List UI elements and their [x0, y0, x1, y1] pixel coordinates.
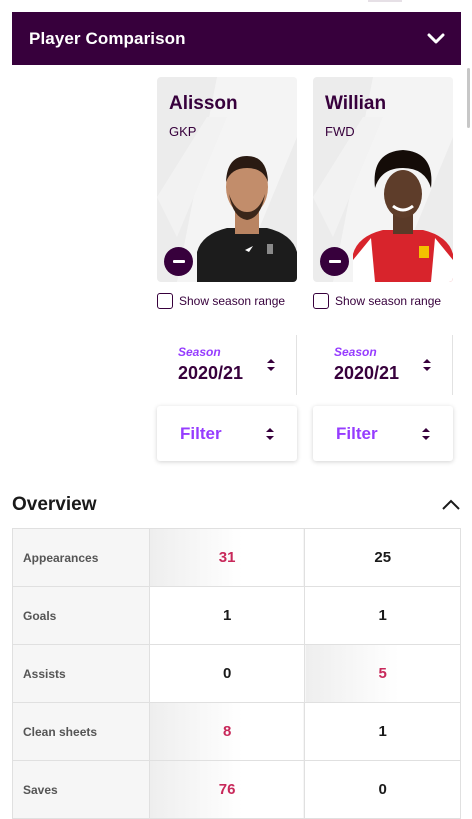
show-season-range-label: Show season range	[335, 294, 442, 308]
chevron-up-icon[interactable]	[441, 499, 461, 511]
table-row: Appearances 31 25	[12, 528, 461, 587]
show-season-range-checkbox[interactable]: Show season range	[313, 293, 441, 309]
stats-table: Appearances 31 25 Goals 1 1 Assists 0 5 Clean she…	[12, 528, 461, 819]
table-row: Clean sheets 8 1	[12, 702, 461, 761]
stat-label: Clean sheets	[12, 702, 150, 761]
player-name: Willian	[325, 93, 387, 114]
overview-title: Overview	[12, 494, 97, 515]
sort-arrows-icon	[267, 359, 275, 371]
stat-value-p1: 0	[148, 644, 306, 703]
table-row: Saves 76 0	[12, 760, 461, 819]
season-label: Season	[178, 345, 221, 359]
season-select[interactable]: Season 2020/21	[313, 335, 453, 395]
player-photo	[353, 150, 453, 282]
sort-arrows-icon	[422, 428, 430, 440]
sort-arrows-icon	[266, 428, 274, 440]
stat-label: Appearances	[12, 528, 150, 587]
top-edge-decoration	[360, 0, 420, 4]
player-position: FWD	[325, 124, 355, 139]
overview-section-header[interactable]: Overview	[12, 494, 461, 516]
player-card-2: Willian FWD	[313, 77, 453, 282]
stat-value-p2: 25	[304, 528, 461, 587]
season-value: 2020/21	[178, 363, 244, 383]
show-season-range-label: Show season range	[179, 294, 286, 308]
sort-arrows-icon	[423, 359, 431, 371]
filter-label: Filter	[180, 424, 222, 443]
stat-value-p1: 1	[148, 586, 306, 645]
page-title: Player Comparison	[29, 28, 186, 48]
stat-label: Assists	[12, 644, 150, 703]
season-select[interactable]: Season 2020/21	[157, 335, 297, 395]
chevron-down-icon[interactable]	[427, 33, 445, 45]
season-label: Season	[334, 345, 377, 359]
stat-label: Saves	[12, 760, 150, 819]
player-card-1: Alisson GKP	[157, 77, 297, 282]
filter-button[interactable]: Filter	[313, 406, 453, 461]
top-tab-mark	[368, 0, 402, 2]
stat-value-p2: 1	[304, 702, 461, 761]
checkbox-icon[interactable]	[157, 293, 173, 309]
stat-label: Goals	[12, 586, 150, 645]
stat-value-p1: 8	[148, 702, 306, 761]
stat-value-p2: 0	[304, 760, 461, 819]
scrollbar[interactable]	[467, 68, 470, 128]
stat-value-p1: 76	[148, 760, 306, 819]
player-position: GKP	[169, 124, 197, 139]
season-value: 2020/21	[334, 363, 400, 383]
stat-value-p2: 1	[304, 586, 461, 645]
table-row: Assists 0 5	[12, 644, 461, 703]
checkbox-icon[interactable]	[313, 293, 329, 309]
table-row: Goals 1 1	[12, 586, 461, 645]
player-photo	[197, 156, 297, 282]
filter-label: Filter	[336, 424, 378, 443]
remove-player-icon[interactable]	[320, 247, 349, 276]
stat-value-p1: 31	[148, 528, 306, 587]
filter-button[interactable]: Filter	[157, 406, 297, 461]
stat-value-p2: 5	[304, 644, 461, 703]
show-season-range-checkbox[interactable]: Show season range	[157, 293, 285, 309]
player-name: Alisson	[169, 93, 238, 114]
player-comparison-header[interactable]: Player Comparison	[12, 12, 461, 65]
remove-player-icon[interactable]	[164, 247, 193, 276]
